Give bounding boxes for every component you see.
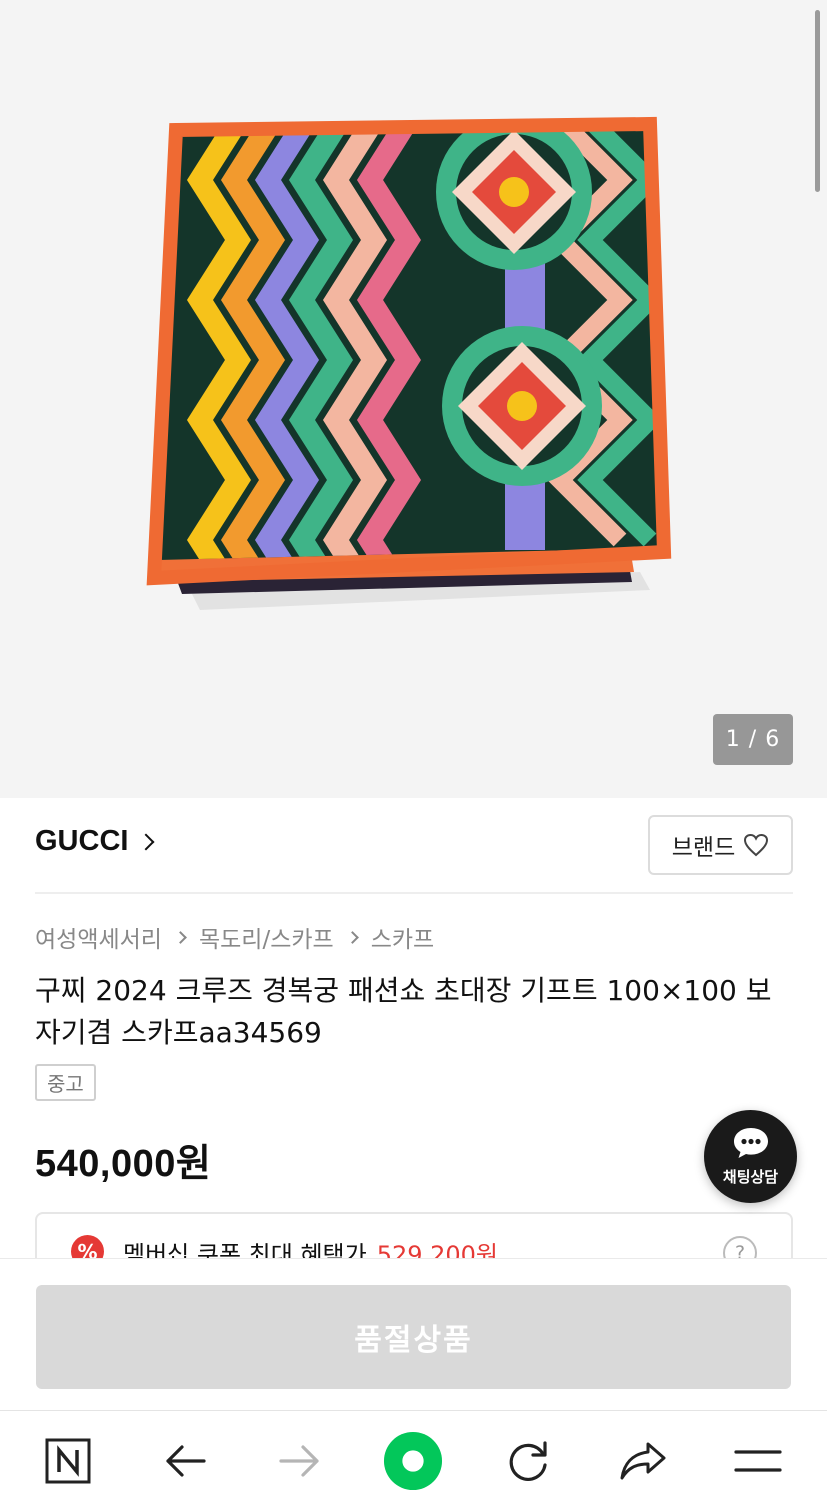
product-image-gallery[interactable]: 1 / 6 [0,0,827,798]
brand-link[interactable]: GUCCI [35,825,155,858]
chat-label: 채팅상담 [722,1168,779,1186]
heart-icon [744,833,769,857]
chevron-right-icon [137,833,155,850]
scarf-product-image [146,116,672,610]
image-counter: 1 / 6 [713,714,793,765]
brand-follow-button[interactable]: 브랜드 [648,815,793,875]
back-button[interactable] [155,1431,215,1491]
chat-consult-button[interactable]: 채팅상담 [704,1110,797,1203]
forward-arrow-icon [279,1445,319,1477]
brand-row: GUCCI 브랜드 [35,815,793,875]
brand-button-label: 브랜드 [671,835,736,861]
condition-badge: 중고 [35,1064,96,1101]
breadcrumb-item[interactable]: 여성액세서리 [35,920,162,954]
naver-green-dot-icon [383,1431,443,1491]
browser-bottom-nav [0,1410,827,1500]
naver-home-icon [45,1438,91,1484]
breadcrumb-item[interactable]: 스카프 [371,920,434,954]
product-price: 540,000원 [35,1143,212,1185]
reload-icon [509,1441,547,1481]
purchase-bar: 품절상품 [0,1258,827,1410]
scroll-indicator[interactable] [815,10,820,192]
breadcrumb-item[interactable]: 목도리/스카프 [199,920,334,954]
back-arrow-icon [166,1445,206,1477]
menu-button[interactable] [728,1431,788,1491]
share-icon [620,1442,666,1480]
breadcrumb: 여성액세서리 목도리/스카프 스카프 [35,920,434,954]
chat-bubble-icon [733,1128,768,1158]
forward-button[interactable] [270,1431,330,1491]
reload-button[interactable] [498,1431,558,1491]
chevron-right-icon [345,930,359,944]
sold-out-button[interactable]: 품절상품 [36,1285,791,1389]
product-title: 구찌 2024 크루즈 경복궁 패션쇼 초대장 기프트 100×100 보자기겸… [35,974,772,1049]
menu-icon [734,1450,782,1472]
brand-name: GUCCI [35,825,129,857]
share-button[interactable] [613,1431,673,1491]
naver-home-button[interactable] [38,1431,98,1491]
section-divider [35,892,793,894]
chevron-right-icon [174,930,187,944]
naver-green-button[interactable] [383,1431,443,1491]
